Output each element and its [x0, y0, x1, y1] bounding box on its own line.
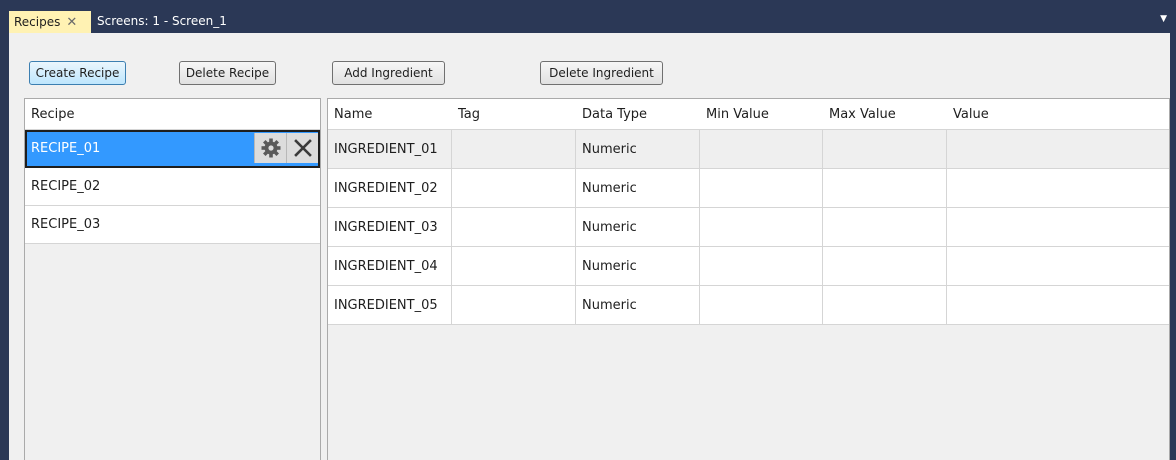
cell-min-value[interactable]: [700, 130, 823, 168]
tab-recipes-label: Recipes: [14, 15, 61, 29]
table-row[interactable]: INGREDIENT_05 Numeric: [328, 286, 1169, 325]
recipe-list-header: Recipe: [25, 99, 320, 130]
column-header-value[interactable]: Value: [947, 99, 1169, 129]
document-tab-bar: Recipes ✕ Screens: 1 - Screen_1 ▼: [0, 0, 1176, 33]
cell-max-value[interactable]: [823, 247, 947, 285]
gear-icon[interactable]: [254, 133, 286, 163]
ingredient-grid-header: Name Tag Data Type Min Value Max Value V…: [328, 99, 1169, 130]
table-row[interactable]: INGREDIENT_01 Numeric: [328, 130, 1169, 169]
cell-value[interactable]: [947, 130, 1169, 168]
recipe-item[interactable]: RECIPE_01: [25, 130, 320, 168]
cell-data-type[interactable]: Numeric: [576, 208, 700, 246]
table-row[interactable]: INGREDIENT_02 Numeric: [328, 169, 1169, 208]
cell-value[interactable]: [947, 208, 1169, 246]
cell-min-value[interactable]: [700, 247, 823, 285]
recipe-row-actions: [254, 133, 318, 163]
ingredient-grid: Name Tag Data Type Min Value Max Value V…: [327, 98, 1170, 460]
cell-name[interactable]: INGREDIENT_01: [328, 130, 452, 168]
cell-data-type[interactable]: Numeric: [576, 247, 700, 285]
create-recipe-button[interactable]: Create Recipe: [29, 61, 126, 85]
cell-max-value[interactable]: [823, 286, 947, 324]
cell-data-type[interactable]: Numeric: [576, 286, 700, 324]
column-header-data-type[interactable]: Data Type: [576, 99, 700, 129]
recipe-item-label: RECIPE_01: [31, 141, 101, 156]
recipe-editor: Create Recipe Delete Recipe Add Ingredie…: [9, 33, 1170, 460]
add-ingredient-button[interactable]: Add Ingredient: [332, 61, 445, 85]
tab-recipes[interactable]: Recipes ✕: [9, 11, 91, 33]
cell-max-value[interactable]: [823, 130, 947, 168]
delete-ingredient-button[interactable]: Delete Ingredient: [540, 61, 663, 85]
column-header-tag[interactable]: Tag: [452, 99, 576, 129]
cell-tag[interactable]: [452, 208, 576, 246]
cell-value[interactable]: [947, 169, 1169, 207]
cell-tag[interactable]: [452, 247, 576, 285]
recipe-list: Recipe RECIPE_01 RECIPE_02 RECIPE_03: [24, 98, 321, 460]
close-icon[interactable]: ✕: [66, 16, 77, 29]
cell-value[interactable]: [947, 247, 1169, 285]
close-icon[interactable]: [286, 133, 318, 163]
delete-recipe-button[interactable]: Delete Recipe: [179, 61, 276, 85]
column-header-max-value[interactable]: Max Value: [823, 99, 947, 129]
cell-value[interactable]: [947, 286, 1169, 324]
cell-min-value[interactable]: [700, 286, 823, 324]
cell-tag[interactable]: [452, 169, 576, 207]
recipe-item-label: RECIPE_02: [31, 179, 101, 194]
cell-name[interactable]: INGREDIENT_02: [328, 169, 452, 207]
cell-min-value[interactable]: [700, 169, 823, 207]
cell-tag[interactable]: [452, 130, 576, 168]
cell-tag[interactable]: [452, 286, 576, 324]
recipe-item-label: RECIPE_03: [31, 217, 101, 232]
chevron-down-icon[interactable]: ▼: [1160, 14, 1167, 24]
cell-data-type[interactable]: Numeric: [576, 169, 700, 207]
cell-max-value[interactable]: [823, 169, 947, 207]
cell-name[interactable]: INGREDIENT_03: [328, 208, 452, 246]
table-row[interactable]: INGREDIENT_03 Numeric: [328, 208, 1169, 247]
cell-max-value[interactable]: [823, 208, 947, 246]
recipe-item[interactable]: RECIPE_03: [25, 206, 320, 244]
cell-name[interactable]: INGREDIENT_05: [328, 286, 452, 324]
recipe-item[interactable]: RECIPE_02: [25, 168, 320, 206]
table-row[interactable]: INGREDIENT_04 Numeric: [328, 247, 1169, 286]
column-header-min-value[interactable]: Min Value: [700, 99, 823, 129]
cell-name[interactable]: INGREDIENT_04: [328, 247, 452, 285]
cell-data-type[interactable]: Numeric: [576, 130, 700, 168]
cell-min-value[interactable]: [700, 208, 823, 246]
tab-screens[interactable]: Screens: 1 - Screen_1: [97, 14, 227, 28]
column-header-name[interactable]: Name: [328, 99, 452, 129]
